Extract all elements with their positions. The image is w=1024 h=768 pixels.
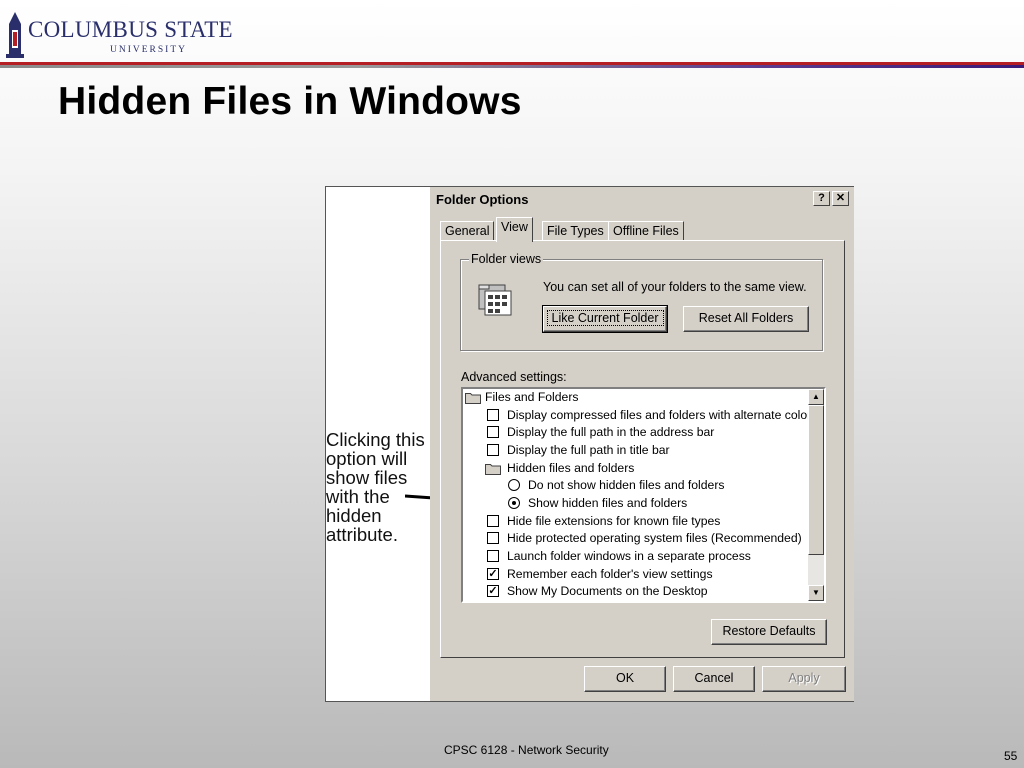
checkbox-checked[interactable]: ✓ <box>487 567 499 580</box>
tree-item-label: Display compressed files and folders wit… <box>507 407 812 422</box>
close-button[interactable]: ✕ <box>832 191 849 206</box>
tree-item-label: Do not show hidden files and folders <box>528 478 725 493</box>
dialog-titlebar[interactable]: Folder Options ? ✕ <box>432 189 852 211</box>
folder-views-description: You can set all of your folders to the s… <box>543 280 807 294</box>
help-button[interactable]: ? <box>813 191 830 206</box>
cancel-button[interactable]: Cancel <box>673 666 755 692</box>
advanced-settings-tree[interactable]: Files and Folders Display compressed fil… <box>461 387 826 603</box>
checkbox[interactable] <box>487 550 499 562</box>
tree-item-label: Display the full path in the address bar <box>507 425 715 440</box>
scroll-down-icon[interactable]: ▼ <box>808 585 824 601</box>
footer-course-title: CPSC 6128 - Network Security <box>444 743 609 757</box>
checkbox[interactable] <box>487 532 499 545</box>
tree-item-label: Hide protected operating system files (R… <box>507 531 802 546</box>
header-rule <box>0 62 1024 69</box>
tab-view[interactable]: View <box>496 217 533 242</box>
apply-button[interactable]: Apply <box>762 666 846 692</box>
folder-icon <box>485 463 501 475</box>
advanced-settings-label: Advanced settings: <box>461 370 567 384</box>
tree-item-label: Files and Folders <box>485 390 579 404</box>
tree-item-label: Show hidden files and folders <box>528 496 688 510</box>
radio-button-selected[interactable] <box>508 497 520 509</box>
tab-file-types[interactable]: File Types <box>542 221 609 241</box>
folder-icon <box>465 393 481 404</box>
folder-views-icon <box>478 284 512 316</box>
folder-options-dialog: Folder Options ? ✕ General View File Typ… <box>430 187 854 701</box>
scroll-up-icon[interactable]: ▲ <box>808 389 824 405</box>
tree-item-label: Hide file extensions for known file type… <box>507 513 721 528</box>
logo-subtitle: UNIVERSITY <box>110 45 187 55</box>
university-logo: COLUMBUS STATE UNIVERSITY <box>4 12 233 62</box>
scroll-thumb[interactable] <box>808 405 824 555</box>
radio-button[interactable] <box>508 479 520 492</box>
ok-button[interactable]: OK <box>584 666 666 692</box>
vertical-scrollbar[interactable]: ▲ ▼ <box>808 389 824 601</box>
tree-item-label: Hidden files and folders <box>507 460 635 475</box>
checkbox[interactable] <box>487 426 499 439</box>
view-tab-panel: Folder views You can set all of your fol… <box>440 240 845 658</box>
dialog-title: Folder Options <box>436 192 529 207</box>
page-number: 55 <box>1004 749 1018 763</box>
tree-item-label: Launch folder windows in a separate proc… <box>507 549 751 563</box>
tree-item-label: Show My Documents on the Desktop <box>507 584 708 599</box>
restore-defaults-button[interactable]: Restore Defaults <box>711 619 827 645</box>
slide-title: Hidden Files in Windows <box>58 80 522 123</box>
like-current-folder-label: Like Current Folder <box>546 310 664 326</box>
logo-name: COLUMBUS STATE <box>28 17 233 42</box>
folder-views-group: Folder views You can set all of your fol… <box>460 252 823 351</box>
tree-item-label: Remember each folder's view settings <box>507 566 713 581</box>
checkbox-checked[interactable]: ✓ <box>487 585 499 598</box>
screenshot-figure: Clicking this option will show files wit… <box>325 186 854 702</box>
tree-item-label: Display the full path in title bar <box>507 443 670 457</box>
checkbox[interactable] <box>487 408 499 421</box>
reset-all-folders-button[interactable]: Reset All Folders <box>683 306 809 332</box>
like-current-folder-button[interactable]: Like Current Folder <box>542 305 668 333</box>
folder-views-legend: Folder views <box>469 252 544 266</box>
tab-offline-files[interactable]: Offline Files <box>608 221 684 241</box>
tower-logo-icon <box>6 12 24 58</box>
checkbox[interactable] <box>487 444 499 456</box>
tab-general[interactable]: General <box>440 221 495 241</box>
checkbox[interactable] <box>487 514 499 527</box>
